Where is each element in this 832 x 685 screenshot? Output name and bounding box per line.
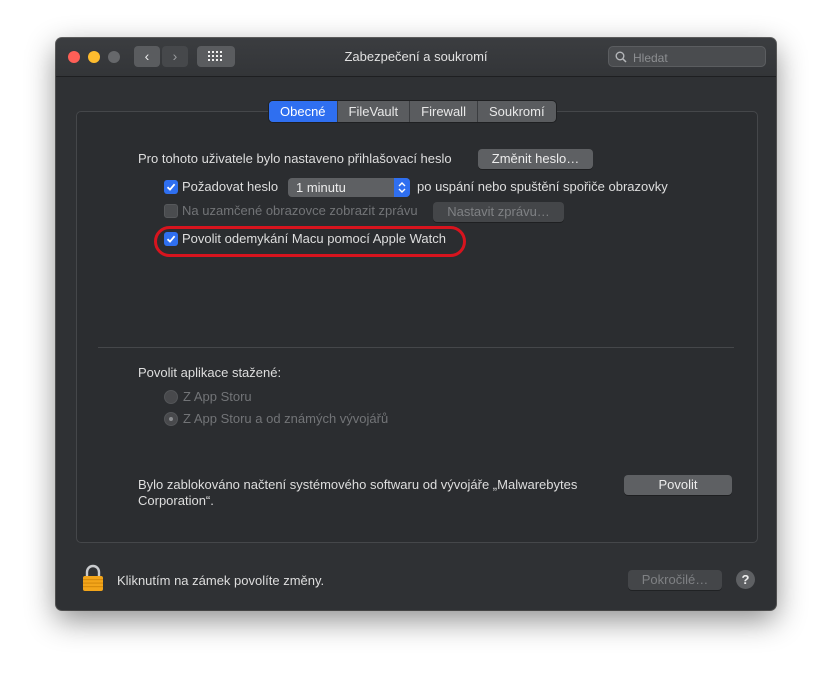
- require-password-checkbox[interactable]: [164, 180, 178, 194]
- title-bar: ‹ › Zabezpečení a soukromí: [56, 38, 776, 77]
- downloads-heading: Povolit aplikace stažené:: [138, 365, 282, 380]
- radio-app-store-label: Z App Storu: [183, 389, 252, 404]
- search-icon: [615, 51, 627, 63]
- blocked-software-text-line1: Bylo zablokováno načtení systémového sof…: [138, 477, 578, 492]
- set-message-button[interactable]: Nastavit zprávu…: [433, 202, 564, 222]
- require-password-label: Požadovat heslo: [182, 179, 279, 194]
- lock-message-checkbox[interactable]: [164, 204, 178, 218]
- tab-soukromi[interactable]: Soukromí: [478, 101, 556, 122]
- tab-firewall[interactable]: Firewall: [410, 101, 478, 122]
- section-divider: [98, 347, 734, 348]
- highlight-ring: [154, 226, 466, 257]
- tab-filevault[interactable]: FileVault: [338, 101, 411, 122]
- change-password-button[interactable]: Změnit heslo…: [478, 149, 593, 169]
- chevron-updown-icon: [398, 182, 406, 193]
- tab-obecne[interactable]: Obecné: [269, 101, 338, 122]
- lock-hint-text: Kliknutím na zámek povolíte změny.: [117, 573, 325, 588]
- radio-app-store-identified-label: Z App Storu a od známých vývojářů: [183, 411, 389, 426]
- select-arrows: [394, 178, 410, 197]
- lock-message-label: Na uzamčené obrazovce zobrazit zprávu: [182, 203, 418, 218]
- password-delay-value: 1 minutu: [296, 180, 346, 195]
- search-input[interactable]: [631, 48, 765, 67]
- search-field[interactable]: [608, 46, 766, 67]
- allow-button[interactable]: Povolit: [624, 475, 732, 495]
- password-delay-select[interactable]: 1 minutu: [288, 178, 410, 197]
- tab-bar: Obecné FileVault Firewall Soukromí: [269, 101, 556, 122]
- blocked-software-text-line2: Corporation“.: [138, 493, 214, 508]
- require-password-suffix: po uspání nebo spuštění spořiče obrazovk…: [417, 179, 668, 194]
- preferences-window: ‹ › Zabezpečení a soukromí Obecné FileVa…: [56, 38, 776, 610]
- password-status-text: Pro tohoto uživatele bylo nastaveno přih…: [138, 151, 452, 166]
- radio-app-store[interactable]: [164, 390, 178, 404]
- checkmark-icon: [166, 183, 176, 191]
- radio-app-store-identified[interactable]: [164, 412, 178, 426]
- radio-selected-dot: [169, 417, 173, 421]
- padlock-icon: [83, 564, 103, 591]
- advanced-button[interactable]: Pokročilé…: [628, 570, 722, 590]
- lock-button[interactable]: [82, 564, 104, 597]
- help-button[interactable]: ?: [736, 570, 755, 589]
